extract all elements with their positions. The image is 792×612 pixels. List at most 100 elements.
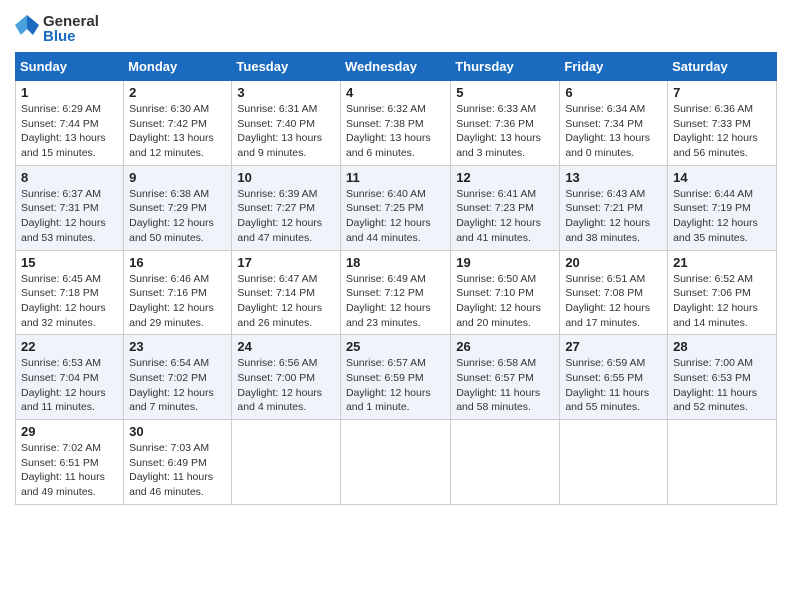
day-number: 23 [129,339,226,354]
day-number: 7 [673,85,771,100]
calendar-cell: 22 Sunrise: 6:53 AMSunset: 7:04 PMDaylig… [16,335,124,420]
calendar-cell: 9 Sunrise: 6:38 AMSunset: 7:29 PMDayligh… [124,165,232,250]
day-info: Sunrise: 7:03 AMSunset: 6:49 PMDaylight:… [129,442,213,498]
calendar-cell: 27 Sunrise: 6:59 AMSunset: 6:55 PMDaylig… [560,335,668,420]
weekday-header-monday: Monday [124,53,232,81]
weekday-header-sunday: Sunday [16,53,124,81]
calendar-cell [232,420,341,505]
day-number: 15 [21,255,118,270]
day-number: 28 [673,339,771,354]
calendar-cell: 19 Sunrise: 6:50 AMSunset: 7:10 PMDaylig… [451,250,560,335]
calendar-cell: 15 Sunrise: 6:45 AMSunset: 7:18 PMDaylig… [16,250,124,335]
day-info: Sunrise: 6:31 AMSunset: 7:40 PMDaylight:… [237,103,322,159]
day-info: Sunrise: 6:44 AMSunset: 7:19 PMDaylight:… [673,188,758,244]
weekday-header-tuesday: Tuesday [232,53,341,81]
calendar-cell: 30 Sunrise: 7:03 AMSunset: 6:49 PMDaylig… [124,420,232,505]
day-number: 19 [456,255,554,270]
day-number: 21 [673,255,771,270]
day-info: Sunrise: 6:37 AMSunset: 7:31 PMDaylight:… [21,188,106,244]
logo-general-text: General [43,14,99,29]
calendar-cell: 4 Sunrise: 6:32 AMSunset: 7:38 PMDayligh… [340,81,450,166]
day-info: Sunrise: 6:57 AMSunset: 6:59 PMDaylight:… [346,357,431,413]
weekday-header-thursday: Thursday [451,53,560,81]
day-number: 4 [346,85,445,100]
calendar-week-row: 8 Sunrise: 6:37 AMSunset: 7:31 PMDayligh… [16,165,777,250]
day-number: 30 [129,424,226,439]
calendar-week-row: 1 Sunrise: 6:29 AMSunset: 7:44 PMDayligh… [16,81,777,166]
calendar-cell: 5 Sunrise: 6:33 AMSunset: 7:36 PMDayligh… [451,81,560,166]
calendar-cell: 7 Sunrise: 6:36 AMSunset: 7:33 PMDayligh… [668,81,777,166]
day-number: 9 [129,170,226,185]
day-number: 11 [346,170,445,185]
calendar-week-row: 15 Sunrise: 6:45 AMSunset: 7:18 PMDaylig… [16,250,777,335]
calendar-cell [560,420,668,505]
day-number: 3 [237,85,335,100]
day-number: 12 [456,170,554,185]
day-info: Sunrise: 6:50 AMSunset: 7:10 PMDaylight:… [456,273,541,329]
calendar-cell: 12 Sunrise: 6:41 AMSunset: 7:23 PMDaylig… [451,165,560,250]
calendar-cell: 20 Sunrise: 6:51 AMSunset: 7:08 PMDaylig… [560,250,668,335]
calendar-cell: 14 Sunrise: 6:44 AMSunset: 7:19 PMDaylig… [668,165,777,250]
day-number: 10 [237,170,335,185]
day-info: Sunrise: 6:56 AMSunset: 7:00 PMDaylight:… [237,357,322,413]
calendar-cell: 16 Sunrise: 6:46 AMSunset: 7:16 PMDaylig… [124,250,232,335]
calendar-week-row: 22 Sunrise: 6:53 AMSunset: 7:04 PMDaylig… [16,335,777,420]
day-info: Sunrise: 6:47 AMSunset: 7:14 PMDaylight:… [237,273,322,329]
day-info: Sunrise: 6:38 AMSunset: 7:29 PMDaylight:… [129,188,214,244]
calendar-cell: 17 Sunrise: 6:47 AMSunset: 7:14 PMDaylig… [232,250,341,335]
day-info: Sunrise: 6:45 AMSunset: 7:18 PMDaylight:… [21,273,106,329]
day-info: Sunrise: 7:00 AMSunset: 6:53 PMDaylight:… [673,357,757,413]
day-info: Sunrise: 6:59 AMSunset: 6:55 PMDaylight:… [565,357,649,413]
day-info: Sunrise: 6:41 AMSunset: 7:23 PMDaylight:… [456,188,541,244]
calendar-cell [340,420,450,505]
logo: General Blue [15,14,99,44]
calendar-cell: 25 Sunrise: 6:57 AMSunset: 6:59 PMDaylig… [340,335,450,420]
day-number: 13 [565,170,662,185]
day-number: 2 [129,85,226,100]
day-info: Sunrise: 6:34 AMSunset: 7:34 PMDaylight:… [565,103,650,159]
day-info: Sunrise: 6:30 AMSunset: 7:42 PMDaylight:… [129,103,214,159]
day-number: 26 [456,339,554,354]
day-info: Sunrise: 6:29 AMSunset: 7:44 PMDaylight:… [21,103,106,159]
day-info: Sunrise: 6:36 AMSunset: 7:33 PMDaylight:… [673,103,758,159]
calendar-week-row: 29 Sunrise: 7:02 AMSunset: 6:51 PMDaylig… [16,420,777,505]
day-info: Sunrise: 6:32 AMSunset: 7:38 PMDaylight:… [346,103,431,159]
day-number: 24 [237,339,335,354]
calendar-cell: 21 Sunrise: 6:52 AMSunset: 7:06 PMDaylig… [668,250,777,335]
day-number: 6 [565,85,662,100]
day-info: Sunrise: 6:53 AMSunset: 7:04 PMDaylight:… [21,357,106,413]
day-number: 29 [21,424,118,439]
day-number: 5 [456,85,554,100]
calendar-cell: 11 Sunrise: 6:40 AMSunset: 7:25 PMDaylig… [340,165,450,250]
calendar-cell: 28 Sunrise: 7:00 AMSunset: 6:53 PMDaylig… [668,335,777,420]
day-info: Sunrise: 6:49 AMSunset: 7:12 PMDaylight:… [346,273,431,329]
day-number: 1 [21,85,118,100]
calendar-table: SundayMondayTuesdayWednesdayThursdayFrid… [15,52,777,505]
day-info: Sunrise: 6:43 AMSunset: 7:21 PMDaylight:… [565,188,650,244]
calendar-cell: 6 Sunrise: 6:34 AMSunset: 7:34 PMDayligh… [560,81,668,166]
day-info: Sunrise: 6:39 AMSunset: 7:27 PMDaylight:… [237,188,322,244]
calendar-cell [668,420,777,505]
day-number: 14 [673,170,771,185]
day-number: 8 [21,170,118,185]
day-info: Sunrise: 6:46 AMSunset: 7:16 PMDaylight:… [129,273,214,329]
day-info: Sunrise: 6:52 AMSunset: 7:06 PMDaylight:… [673,273,758,329]
weekday-header-wednesday: Wednesday [340,53,450,81]
day-number: 22 [21,339,118,354]
calendar-cell: 24 Sunrise: 6:56 AMSunset: 7:00 PMDaylig… [232,335,341,420]
day-number: 27 [565,339,662,354]
day-info: Sunrise: 6:40 AMSunset: 7:25 PMDaylight:… [346,188,431,244]
calendar-cell: 23 Sunrise: 6:54 AMSunset: 7:02 PMDaylig… [124,335,232,420]
weekday-header-friday: Friday [560,53,668,81]
day-number: 18 [346,255,445,270]
calendar-cell: 29 Sunrise: 7:02 AMSunset: 6:51 PMDaylig… [16,420,124,505]
calendar-cell: 26 Sunrise: 6:58 AMSunset: 6:57 PMDaylig… [451,335,560,420]
calendar-header-row: SundayMondayTuesdayWednesdayThursdayFrid… [16,53,777,81]
calendar-cell: 2 Sunrise: 6:30 AMSunset: 7:42 PMDayligh… [124,81,232,166]
day-info: Sunrise: 7:02 AMSunset: 6:51 PMDaylight:… [21,442,105,498]
day-info: Sunrise: 6:51 AMSunset: 7:08 PMDaylight:… [565,273,650,329]
day-number: 17 [237,255,335,270]
day-number: 25 [346,339,445,354]
calendar-cell: 1 Sunrise: 6:29 AMSunset: 7:44 PMDayligh… [16,81,124,166]
calendar-cell [451,420,560,505]
